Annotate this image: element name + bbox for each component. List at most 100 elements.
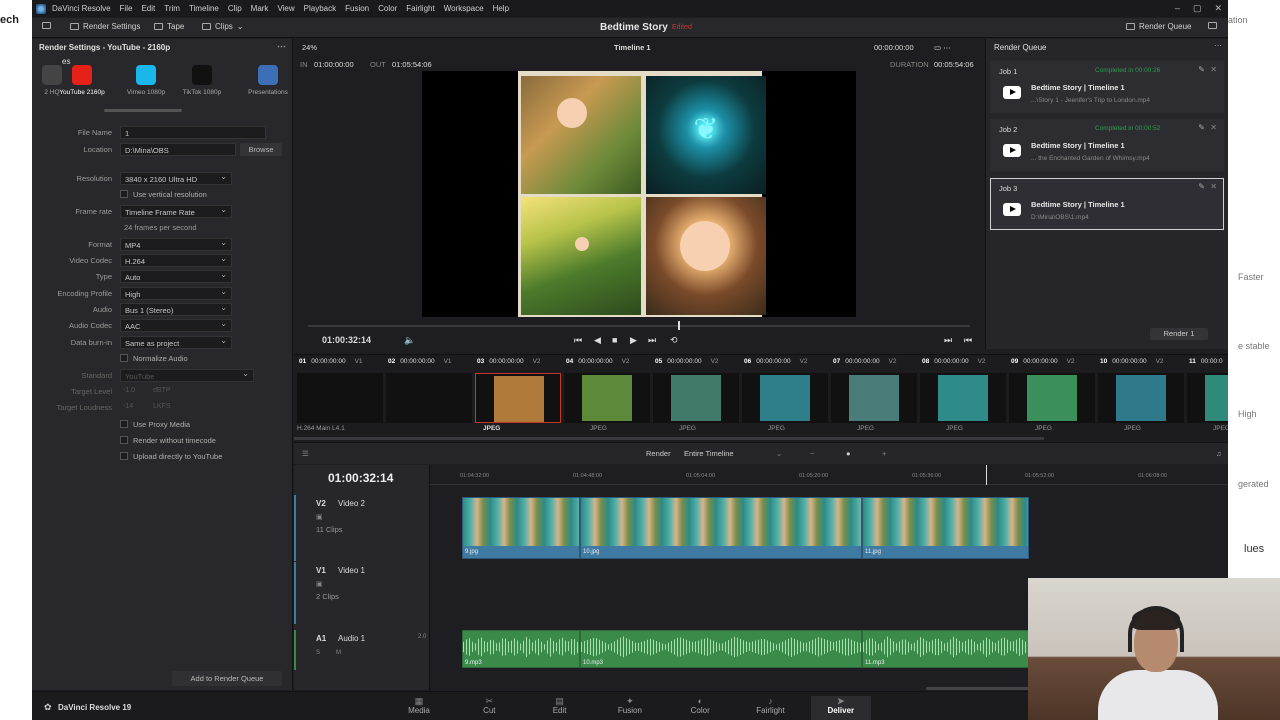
playhead[interactable] [986, 465, 987, 485]
page-tab-fairlight[interactable]: ♪ Fairlight [741, 696, 801, 715]
volume-icon[interactable]: 🔈 [404, 335, 415, 346]
zoom-slider-icon[interactable]: ● [846, 449, 851, 458]
remove-job-icon[interactable]: ✕ [1210, 123, 1217, 132]
clip-thumbnail[interactable]: 04 00:00:00:00 V2 JPEG [564, 355, 653, 437]
remove-job-icon[interactable]: ✕ [1210, 182, 1217, 191]
preset-presentations[interactable]: Presentations [242, 65, 294, 96]
timeline-ruler[interactable]: 01:04:32:00 01:04:48:00 01:05:04:00 01:05:2… [430, 465, 1228, 485]
standard-select[interactable]: YouTube [120, 369, 254, 382]
menu-clip[interactable]: Clip [228, 4, 242, 13]
audio-codec-select[interactable]: AAC [120, 319, 232, 332]
render-range-select[interactable]: Entire Timeline [684, 449, 734, 458]
stop-icon[interactable]: ■ [612, 335, 617, 345]
page-tab-media[interactable]: ▦ Media [389, 696, 449, 715]
track-lock-icon[interactable]: ▣ [316, 580, 323, 588]
viewer-options-icon[interactable]: ▭ ⋯ [934, 43, 951, 52]
viewer-scrubber[interactable] [308, 321, 970, 330]
file-name-input[interactable]: 1 [120, 126, 266, 139]
add-to-render-queue-button[interactable]: Add to Render Queue [172, 671, 282, 686]
thumbnails-scrollbar[interactable] [294, 437, 1044, 440]
viewer-frame[interactable]: ❦ [422, 71, 856, 317]
encoding-profile-select[interactable]: High [120, 287, 232, 300]
render-job[interactable]: Job 1 Completed in 00:00:26 ✎ ✕ Bedtime Stor… [990, 61, 1224, 113]
page-tab-cut[interactable]: ✂ Cut [459, 696, 519, 715]
mute-icon[interactable]: M [336, 650, 341, 656]
audio-clip[interactable]: 10.mp3 [580, 630, 862, 668]
menu-timeline[interactable]: Timeline [189, 4, 219, 13]
resolution-select[interactable]: 3840 x 2160 Ultra HD [120, 172, 232, 185]
video-clip[interactable]: 10.jpg [580, 497, 862, 559]
menu-workspace[interactable]: Workspace [444, 4, 484, 13]
clip-thumbnail[interactable]: 08 00:00:00:00 V2 JPEG [920, 355, 1009, 437]
solo-icon[interactable]: S [316, 650, 320, 656]
menu-help[interactable]: Help [493, 4, 509, 13]
scrubber-handle[interactable] [678, 321, 680, 330]
audio-clip[interactable]: 11.mp3 [862, 630, 1029, 668]
clip-thumbnail[interactable]: 09 00:00:00:00 V2 JPEG [1009, 355, 1098, 437]
timeline-options-icon[interactable]: ☰ [302, 449, 309, 458]
render-queue-toggle[interactable]: Render Queue [1126, 22, 1191, 31]
menu-color[interactable]: Color [378, 4, 397, 13]
upload-youtube-checkbox[interactable] [120, 452, 128, 460]
queue-options-icon[interactable]: ⋯ [1214, 41, 1222, 50]
clip-thumbnail[interactable]: 01 00:00:00:00 V1 H.264 Main L4.1 [297, 355, 386, 437]
presets-scrollbar[interactable] [104, 109, 182, 112]
play-icon[interactable]: ▶ [630, 335, 637, 346]
target-loudness-input[interactable]: -14 [120, 401, 136, 414]
type-select[interactable]: Auto [120, 270, 232, 283]
clip-thumbnail[interactable]: 03 00:00:00:00 V2 JPEG [475, 355, 564, 437]
menu-view[interactable]: View [277, 4, 294, 13]
layout-button[interactable] [42, 22, 51, 29]
more-options-icon[interactable]: ⋯ [277, 41, 286, 52]
preset-tiktok-1080p[interactable]: TikTok 1080p [176, 65, 228, 96]
loop-icon[interactable]: ⟲ [670, 335, 678, 346]
page-tab-fusion[interactable]: ✦ Fusion [600, 696, 660, 715]
vertical-resolution-checkbox[interactable] [120, 190, 128, 198]
page-tab-deliver[interactable]: ➤ Deliver [810, 696, 871, 720]
edit-job-icon[interactable]: ✎ [1198, 123, 1205, 132]
render-job[interactable]: Job 3 ✎ ✕ Bedtime Story | Timeline 1 D:\Mina… [990, 178, 1224, 230]
normalize-audio-checkbox[interactable] [120, 354, 128, 362]
menu-edit[interactable]: Edit [141, 4, 155, 13]
page-tab-edit[interactable]: ▤ Edit [530, 696, 590, 715]
video-clip[interactable]: 11.jpg [862, 497, 1029, 559]
render-button[interactable]: Render 1 [1150, 328, 1208, 340]
go-to-end-icon[interactable]: ⏭ [648, 335, 656, 346]
target-level-input[interactable]: -1.0 [120, 385, 138, 398]
menu-fairlight[interactable]: Fairlight [406, 4, 434, 13]
menu-davinci-resolve[interactable]: DaVinci Resolve [52, 4, 111, 13]
format-select[interactable]: MP4 [120, 238, 232, 251]
next-clip-icon[interactable]: ⏭ [944, 335, 952, 346]
menu-mark[interactable]: Mark [251, 4, 269, 13]
page-tab-color[interactable]: ◐ Color [670, 696, 730, 715]
previous-clip-icon[interactable]: ⏮ [964, 335, 972, 346]
clips-toggle[interactable]: Clips ⌄ [202, 22, 243, 31]
expand-button[interactable] [1208, 22, 1217, 29]
render-without-timecode-checkbox[interactable] [120, 436, 128, 444]
clip-thumbnail[interactable]: 05 00:00:00:00 V2 JPEG [653, 355, 742, 437]
use-proxy-checkbox[interactable] [120, 420, 128, 428]
menu-fusion[interactable]: Fusion [345, 4, 369, 13]
audio-meter-icon[interactable]: ♫ [1216, 449, 1222, 458]
location-input[interactable]: D:\Mina\OBS [120, 143, 236, 156]
close-icon[interactable]: ✕ [1214, 3, 1222, 14]
video-clip[interactable]: 9.jpg [462, 497, 580, 559]
zoom-select[interactable]: 24% [302, 43, 317, 52]
preset-youtube-2160p[interactable]: YouTube 2160p [56, 65, 108, 96]
audio-select[interactable]: Bus 1 (Stereo) [120, 303, 232, 316]
clip-thumbnail[interactable]: 10 00:00:00:00 V2 JPEG [1098, 355, 1187, 437]
data-burnin-select[interactable]: Same as project [120, 336, 232, 349]
maximize-icon[interactable]: ▢ [1193, 3, 1202, 14]
zoom-in-icon[interactable]: + [882, 449, 886, 458]
video-codec-select[interactable]: H.264 [120, 254, 232, 267]
preset-vimeo-1080p[interactable]: Vimeo 1080p [120, 65, 172, 96]
timeline-select[interactable]: Timeline 1 [614, 43, 651, 52]
frame-rate-select[interactable]: Timeline Frame Rate [120, 205, 232, 218]
step-back-icon[interactable]: ◀ [594, 335, 601, 346]
tape-toggle[interactable]: Tape [154, 22, 184, 31]
menu-trim[interactable]: Trim [164, 4, 180, 13]
clip-thumbnail[interactable]: 06 00:00:00:00 V2 JPEG [742, 355, 831, 437]
edit-job-icon[interactable]: ✎ [1198, 65, 1205, 74]
minimize-icon[interactable]: – [1175, 3, 1180, 14]
audio-clip[interactable]: 9.mp3 [462, 630, 580, 668]
